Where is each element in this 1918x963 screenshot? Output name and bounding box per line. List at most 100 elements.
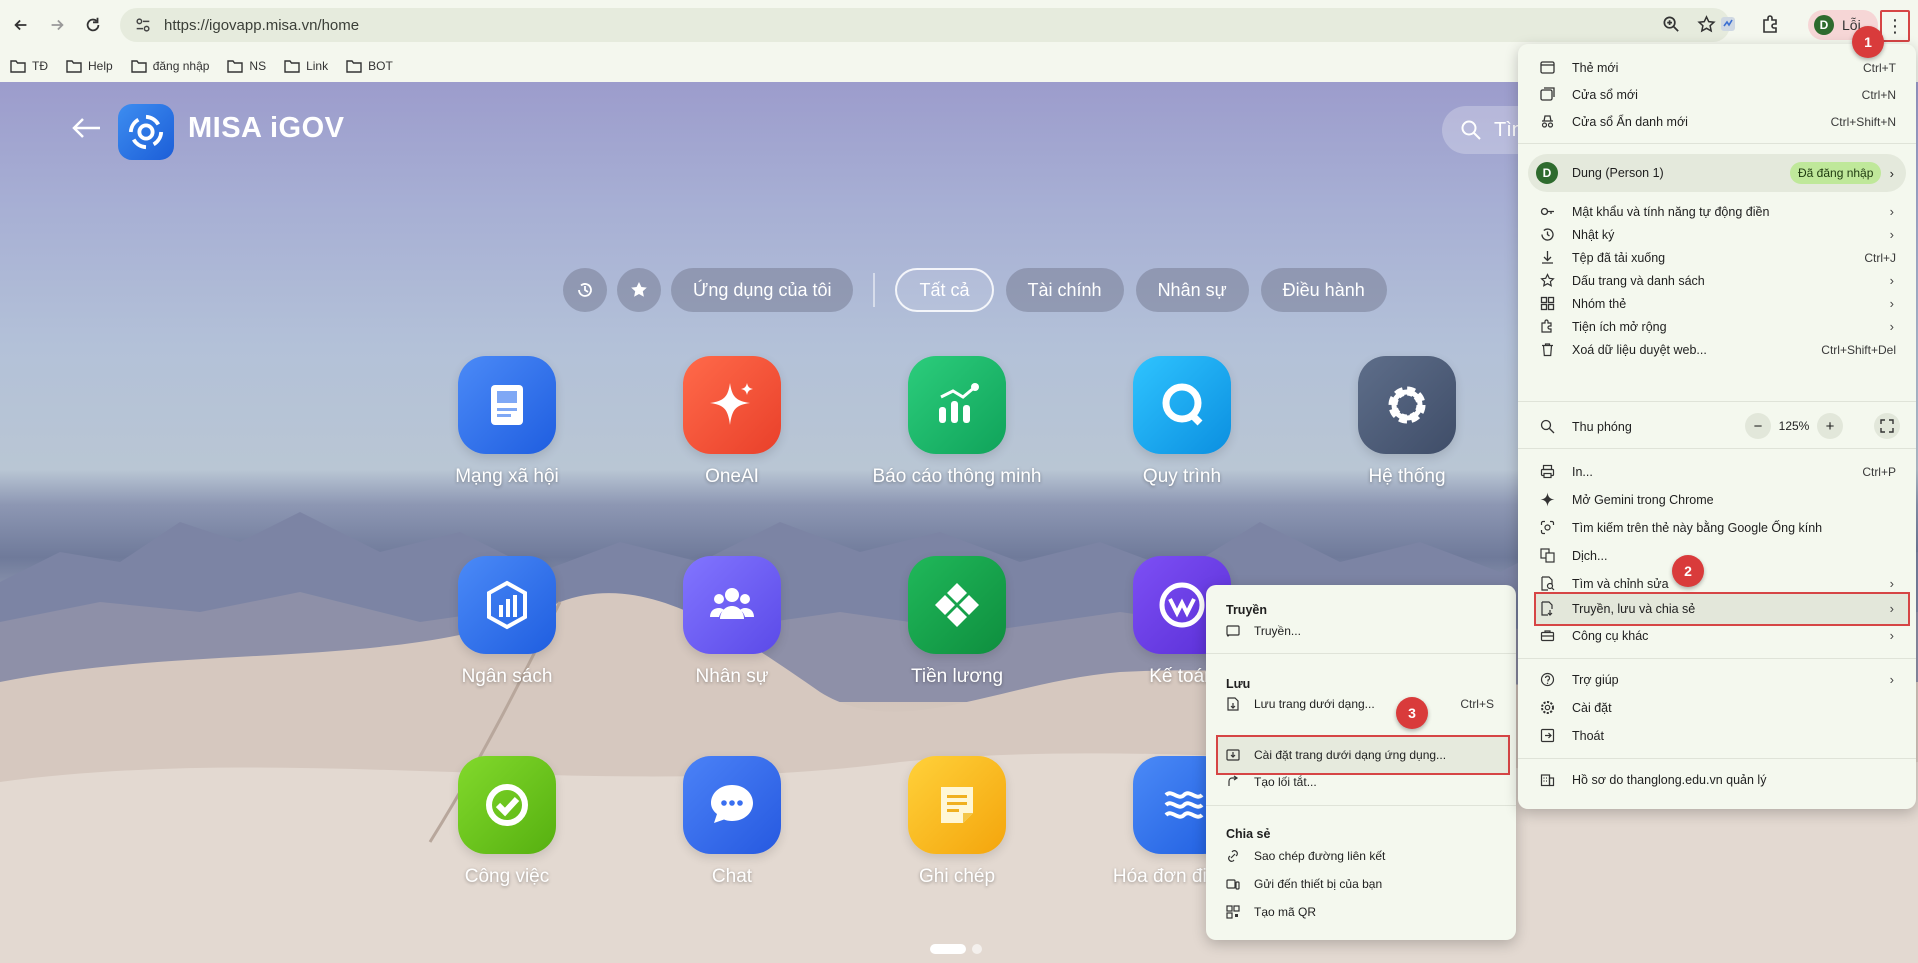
app-tile-oneai[interactable]: OneAI bbox=[632, 356, 832, 488]
chevron-right-icon: › bbox=[1889, 296, 1894, 311]
toolbox-icon bbox=[1540, 630, 1555, 642]
extensions-puzzle-icon[interactable] bbox=[1760, 14, 1780, 34]
menu-item-gemini[interactable]: Mở Gemini trong Chrome bbox=[1518, 486, 1916, 513]
chevron-right-icon: › bbox=[1889, 165, 1894, 181]
search-icon bbox=[1461, 120, 1481, 140]
menu-item-managed-profile[interactable]: Hồ sơ do thanglong.edu.vn quản lý bbox=[1518, 766, 1916, 793]
zoom-in-button[interactable]: + bbox=[1817, 413, 1843, 439]
menu-item-settings[interactable]: Cài đặt bbox=[1518, 694, 1916, 721]
bookmark-folder[interactable]: TĐ bbox=[10, 59, 48, 73]
menu-item-cast-save-share[interactable]: Truyền, lưu và chia sẻ › bbox=[1518, 595, 1916, 622]
menu-item-translate[interactable]: Dịch... bbox=[1518, 542, 1916, 569]
page-dot-active[interactable] bbox=[930, 944, 966, 954]
bookmark-folder[interactable]: BOT bbox=[346, 59, 393, 73]
save-page-as-item[interactable]: Lưu trang dưới dạng... Ctrl+S bbox=[1206, 691, 1516, 717]
download-icon bbox=[1542, 251, 1553, 264]
menu-separator bbox=[1518, 401, 1916, 402]
zoom-icon bbox=[1540, 419, 1555, 434]
app-tile-hr[interactable]: Nhân sự bbox=[632, 556, 832, 688]
menu-item-exit[interactable]: Thoát bbox=[1518, 722, 1916, 749]
filter-all[interactable]: Tất cả bbox=[895, 268, 994, 312]
filter-hr[interactable]: Nhân sự bbox=[1135, 268, 1249, 312]
app-tile-tasks[interactable]: Công việc bbox=[407, 756, 607, 888]
star-icon bbox=[631, 282, 647, 297]
create-qr-item[interactable]: Tạo mã QR bbox=[1206, 899, 1516, 925]
app-tile-system[interactable]: Hệ thống bbox=[1307, 356, 1507, 488]
install-app-icon bbox=[1226, 749, 1240, 761]
history-icon bbox=[578, 283, 592, 297]
chevron-right-icon: › bbox=[1889, 227, 1894, 242]
arrow-right-icon bbox=[51, 19, 64, 31]
filter-my-apps[interactable]: Ứng dụng của tôi bbox=[671, 268, 854, 312]
lens-icon bbox=[1540, 520, 1555, 535]
bookmark-folder[interactable]: đăng nhập bbox=[130, 59, 209, 73]
menu-item-google-lens[interactable]: Tìm kiếm trên thẻ này bằng Google Ống kí… bbox=[1518, 514, 1916, 541]
zoom-icon[interactable] bbox=[1662, 15, 1681, 34]
page-indicator[interactable] bbox=[930, 944, 982, 954]
fullscreen-button[interactable] bbox=[1874, 413, 1900, 439]
create-shortcut-item[interactable]: Tạo lối tắt... bbox=[1206, 769, 1516, 795]
app-tile-budget[interactable]: Ngân sách bbox=[407, 556, 607, 688]
page-dot[interactable] bbox=[972, 944, 982, 954]
menu-item-clear-data[interactable]: Xoá dữ liệu duyệt web... Ctrl+Shift+Del bbox=[1518, 336, 1916, 363]
filter-bar: Ứng dụng của tôi Tất cả Tài chính Nhân s… bbox=[563, 268, 1399, 312]
menu-item-incognito[interactable]: Cửa sổ Ẩn danh mới Ctrl+Shift+N bbox=[1518, 108, 1916, 135]
chevron-right-icon: › bbox=[1889, 601, 1894, 616]
site-settings-icon[interactable] bbox=[134, 16, 152, 34]
extension-app-icon[interactable] bbox=[1718, 14, 1738, 34]
shortcut-icon bbox=[1228, 775, 1239, 786]
bookmark-folder[interactable]: Link bbox=[284, 59, 328, 73]
menu-item-more-tools[interactable]: Công cụ khác › bbox=[1518, 622, 1916, 649]
app-tile-salary[interactable]: Tiền lương bbox=[857, 556, 1057, 688]
gemini-icon bbox=[1540, 492, 1555, 507]
menu-separator bbox=[1518, 448, 1916, 449]
chrome-menu-button[interactable]: ⋮ bbox=[1880, 10, 1910, 42]
newspaper-icon bbox=[458, 356, 556, 454]
app-tile-social[interactable]: Mạng xã hội bbox=[407, 356, 607, 488]
zoom-controls: − 125% + bbox=[1745, 413, 1843, 439]
new-window-icon bbox=[1540, 87, 1555, 101]
folder-icon bbox=[284, 60, 300, 73]
install-as-app-item[interactable]: Cài đặt trang dưới dạng ứng dụng... bbox=[1206, 742, 1516, 768]
cast-save-icon bbox=[1541, 601, 1553, 616]
translate-icon bbox=[1540, 548, 1555, 563]
bookmark-star-icon[interactable] bbox=[1697, 15, 1716, 34]
forward-button[interactable] bbox=[42, 10, 72, 40]
note-icon bbox=[908, 756, 1006, 854]
cast-item[interactable]: Truyền... bbox=[1206, 618, 1516, 644]
address-bar[interactable]: https://igovapp.misa.vn/home bbox=[120, 8, 1730, 42]
back-arrow-icon[interactable] bbox=[70, 116, 102, 140]
reload-icon bbox=[86, 17, 100, 32]
app-tile-notes[interactable]: Ghi chép bbox=[857, 756, 1057, 888]
signed-in-badge: Đã đăng nhập bbox=[1790, 162, 1882, 184]
fullscreen-icon bbox=[1880, 419, 1894, 433]
exit-icon bbox=[1540, 728, 1555, 743]
more-vert-icon: ⋮ bbox=[1886, 15, 1904, 36]
menu-item-new-window[interactable]: Cửa sổ mới Ctrl+N bbox=[1518, 81, 1916, 108]
recent-button[interactable] bbox=[563, 268, 607, 312]
tab-groups-icon bbox=[1540, 296, 1555, 311]
app-tile-process[interactable]: Quy trình bbox=[1082, 356, 1282, 488]
filter-finance[interactable]: Tài chính bbox=[1005, 268, 1124, 312]
url-text[interactable]: https://igovapp.misa.vn/home bbox=[164, 17, 359, 34]
bookmark-folder[interactable]: NS bbox=[227, 59, 266, 73]
reload-button[interactable] bbox=[78, 10, 108, 40]
zoom-out-button[interactable]: − bbox=[1745, 413, 1771, 439]
app-tile-chat[interactable]: Chat bbox=[632, 756, 832, 888]
menu-profile-row[interactable]: D Dung (Person 1) Đã đăng nhập › bbox=[1528, 154, 1906, 192]
save-heading: Lưu bbox=[1226, 677, 1251, 691]
menu-item-new-tab[interactable]: Thẻ mới Ctrl+T bbox=[1518, 54, 1916, 81]
bookmark-folder[interactable]: Help bbox=[66, 59, 113, 73]
chrome-main-menu: Thẻ mới Ctrl+T Cửa sổ mới Ctrl+N Cửa sổ … bbox=[1518, 44, 1916, 809]
extension-icon bbox=[1541, 319, 1552, 333]
key-icon bbox=[1540, 207, 1554, 216]
menu-item-help[interactable]: Trợ giúp › bbox=[1518, 666, 1916, 693]
chevron-right-icon: › bbox=[1889, 576, 1894, 591]
send-to-devices-item[interactable]: Gửi đến thiết bị của bạn bbox=[1206, 871, 1516, 897]
favorites-button[interactable] bbox=[617, 268, 661, 312]
app-tile-smart-report[interactable]: Báo cáo thông minh bbox=[857, 356, 1057, 488]
filter-operations[interactable]: Điều hành bbox=[1260, 268, 1387, 312]
back-button[interactable] bbox=[6, 10, 36, 40]
copy-link-item[interactable]: Sao chép đường liên kết bbox=[1206, 843, 1516, 869]
menu-item-print[interactable]: In... Ctrl+P bbox=[1518, 458, 1916, 485]
